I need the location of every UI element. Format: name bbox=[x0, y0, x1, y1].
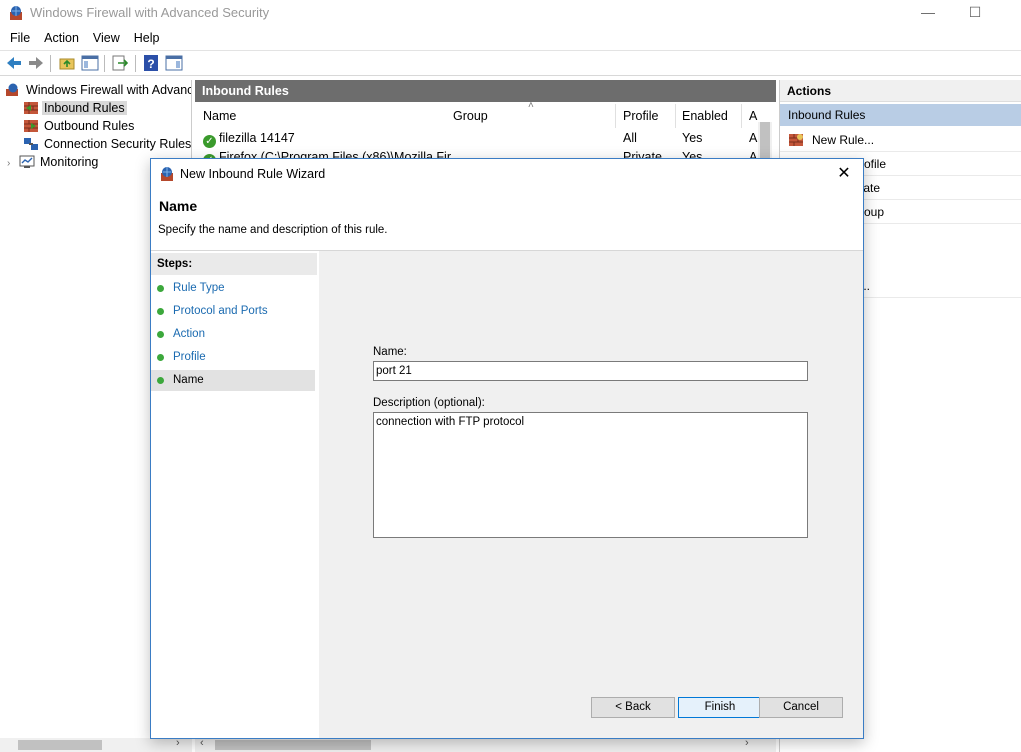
tree-item-monitoring[interactable]: › Monitoring bbox=[7, 153, 100, 171]
cancel-button[interactable]: Cancel bbox=[759, 697, 843, 718]
firewall-app-icon bbox=[10, 6, 22, 20]
list-horizontal-scrollbar[interactable]: ‹ › bbox=[195, 737, 776, 752]
column-header-group[interactable]: Group bbox=[453, 109, 488, 123]
step-complete-dot-icon bbox=[157, 354, 164, 361]
menu-view[interactable]: View bbox=[86, 28, 127, 48]
menu-help[interactable]: Help bbox=[127, 28, 167, 48]
tree-item-label: Monitoring bbox=[40, 155, 99, 169]
new-rule-icon bbox=[789, 134, 803, 146]
monitoring-icon bbox=[19, 155, 35, 168]
step-label: Profile bbox=[173, 351, 206, 363]
scrollbar-thumb[interactable] bbox=[18, 740, 102, 750]
actions-header: Actions bbox=[780, 80, 1021, 102]
minimize-button[interactable]: — bbox=[905, 0, 951, 26]
maximize-button[interactable]: ☐ bbox=[952, 0, 998, 26]
tree-item-connection-security-rules[interactable]: Connection Security Rules bbox=[23, 135, 192, 153]
tree-root[interactable]: Windows Firewall with Advance bbox=[5, 81, 192, 99]
show-hide-action-pane-icon[interactable] bbox=[165, 54, 183, 72]
step-label: Name bbox=[173, 374, 204, 386]
sort-caret-icon: ˄ bbox=[528, 100, 534, 111]
scrollbar-thumb[interactable] bbox=[760, 122, 770, 162]
connection-security-icon bbox=[24, 138, 38, 150]
rule-name: filezilla 14147 bbox=[219, 131, 295, 145]
rule-enabled: Yes bbox=[682, 131, 703, 145]
center-pane-header: Inbound Rules bbox=[195, 80, 776, 102]
toolbar-separator bbox=[50, 55, 51, 72]
column-divider bbox=[675, 104, 676, 128]
tree-item-label: Inbound Rules bbox=[42, 101, 127, 115]
window-titlebar: Windows Firewall with Advanced Security … bbox=[0, 0, 1021, 26]
firewall-icon bbox=[6, 83, 18, 96]
export-list-icon[interactable] bbox=[111, 54, 129, 72]
rule-description-textarea[interactable]: connection with FTP protocol bbox=[373, 412, 808, 538]
action-new-rule[interactable]: New Rule... bbox=[780, 128, 1021, 152]
back-button[interactable]: < Back bbox=[591, 697, 675, 718]
toolbar: ? bbox=[0, 50, 1021, 76]
column-divider bbox=[741, 104, 742, 128]
step-name[interactable]: Name bbox=[151, 370, 315, 391]
tree-item-label: Connection Security Rules bbox=[44, 137, 192, 151]
step-action[interactable]: Action bbox=[151, 324, 315, 345]
step-label: Rule Type bbox=[173, 282, 225, 294]
menu-action[interactable]: Action bbox=[37, 28, 86, 48]
steps-header: Steps: bbox=[151, 253, 317, 275]
step-complete-dot-icon bbox=[157, 285, 164, 292]
up-folder-icon[interactable] bbox=[58, 54, 76, 72]
expand-chevron-icon[interactable]: › bbox=[7, 155, 19, 173]
rule-name-input[interactable] bbox=[373, 361, 808, 381]
step-rule-type[interactable]: Rule Type bbox=[151, 278, 315, 299]
tree-item-label: Outbound Rules bbox=[44, 119, 135, 133]
inbound-rules-icon bbox=[24, 102, 38, 114]
step-complete-dot-icon bbox=[157, 308, 164, 315]
tree-item-outbound-rules[interactable]: Outbound Rules bbox=[23, 117, 136, 135]
name-field-label: Name: bbox=[373, 346, 407, 358]
column-header-profile[interactable]: Profile bbox=[623, 109, 658, 123]
enabled-check-icon: ✓ bbox=[203, 135, 216, 148]
finish-button[interactable]: Finish bbox=[678, 697, 762, 718]
firewall-app-icon bbox=[161, 167, 173, 181]
close-icon[interactable]: ✕ bbox=[833, 163, 855, 185]
rule-action: A bbox=[749, 131, 758, 145]
step-label: Action bbox=[173, 328, 205, 340]
dialog-titlebar[interactable]: New Inbound Rule Wizard ✕ bbox=[151, 159, 863, 189]
toolbar-separator bbox=[104, 55, 105, 72]
window-title: Windows Firewall with Advanced Security bbox=[30, 5, 270, 20]
help-icon[interactable]: ? bbox=[142, 54, 160, 72]
menu-bar: File Action View Help bbox=[0, 28, 1021, 48]
rule-profile: All bbox=[623, 131, 637, 145]
tree-item-inbound-rules[interactable]: Inbound Rules bbox=[23, 99, 127, 117]
dialog-title: New Inbound Rule Wizard bbox=[180, 167, 326, 181]
step-profile[interactable]: Profile bbox=[151, 347, 315, 368]
step-current-dot-icon bbox=[157, 377, 164, 384]
wizard-steps-panel: Steps: Rule Type Protocol and Ports Acti… bbox=[151, 251, 317, 738]
column-divider bbox=[615, 104, 616, 128]
scrollbar-thumb[interactable] bbox=[215, 740, 371, 750]
outbound-rules-icon bbox=[24, 120, 38, 132]
actions-section-inbound-rules[interactable]: Inbound Rules bbox=[780, 104, 1021, 126]
back-arrow-icon[interactable] bbox=[5, 54, 23, 72]
menu-file[interactable]: File bbox=[3, 28, 37, 48]
step-label: Protocol and Ports bbox=[173, 305, 268, 317]
column-header-enabled[interactable]: Enabled bbox=[682, 109, 728, 123]
tree-horizontal-scrollbar[interactable]: › bbox=[0, 737, 192, 752]
new-inbound-rule-wizard-dialog: New Inbound Rule Wizard ✕ Name Specify t… bbox=[150, 158, 864, 739]
action-label: New Rule... bbox=[812, 133, 875, 147]
wizard-page-description: Specify the name and description of this… bbox=[158, 224, 388, 236]
step-protocol-and-ports[interactable]: Protocol and Ports bbox=[151, 301, 315, 322]
show-hide-console-tree-icon[interactable] bbox=[81, 54, 99, 72]
step-complete-dot-icon bbox=[157, 331, 164, 338]
wizard-content-panel: Name: Description (optional): connection… bbox=[319, 251, 863, 738]
column-header-action[interactable]: A bbox=[749, 109, 757, 123]
toolbar-separator bbox=[135, 55, 136, 72]
forward-arrow-icon[interactable] bbox=[27, 54, 45, 72]
svg-text:?: ? bbox=[147, 57, 154, 71]
column-header-name[interactable]: Name bbox=[203, 109, 236, 123]
description-field-label: Description (optional): bbox=[373, 397, 485, 409]
tree-root-label: Windows Firewall with Advance bbox=[26, 83, 192, 97]
wizard-page-heading: Name bbox=[159, 198, 198, 214]
